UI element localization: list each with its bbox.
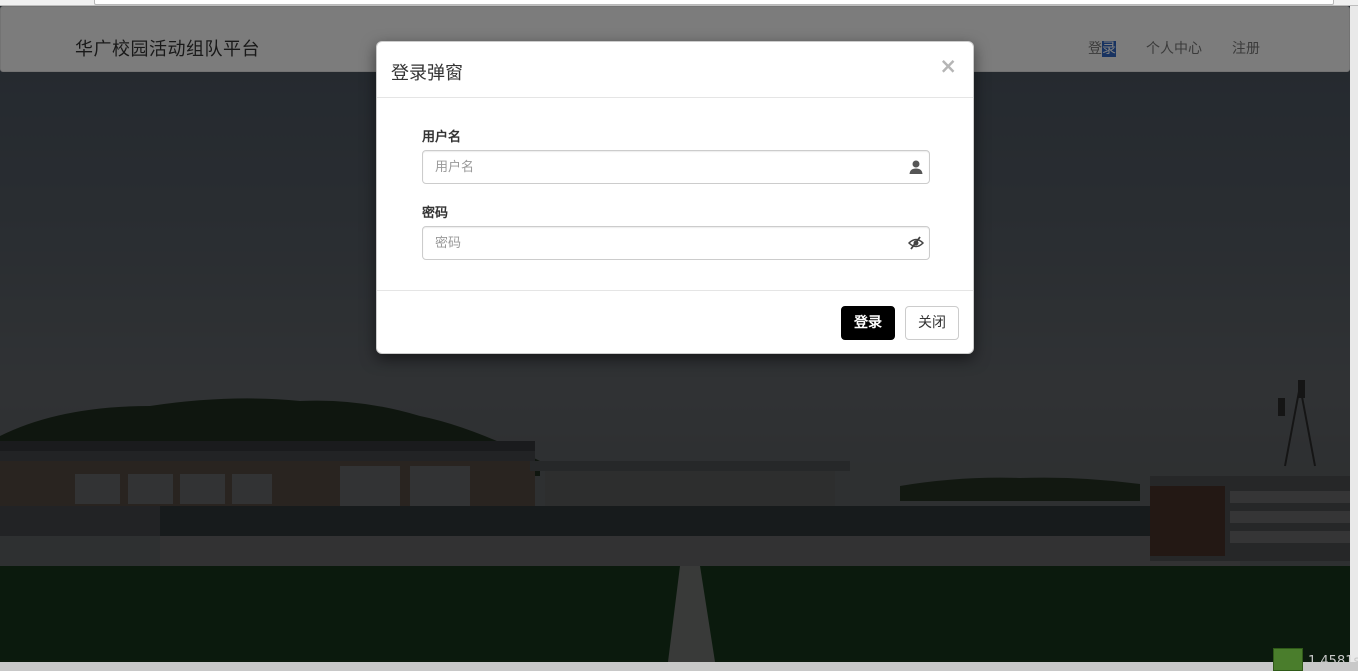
modal-body: 用户名 密码 bbox=[377, 98, 973, 290]
timer-readout: 1.4581s bbox=[1308, 654, 1358, 669]
password-label: 密码 bbox=[422, 206, 449, 221]
password-input[interactable] bbox=[423, 227, 893, 259]
vertical-scrollbar[interactable] bbox=[1350, 6, 1358, 662]
modal-title: 登录弹窗 bbox=[391, 63, 463, 84]
login-modal: 登录弹窗 × 用户名 密码 登录 关闭 bbox=[376, 41, 974, 354]
password-field-wrap bbox=[422, 226, 930, 260]
username-field-wrap bbox=[422, 150, 930, 184]
eye-slash-icon[interactable] bbox=[908, 235, 924, 251]
modal-header: 登录弹窗 × bbox=[377, 42, 973, 98]
modal-footer: 登录 关闭 bbox=[377, 290, 973, 354]
address-bar[interactable] bbox=[94, 0, 1334, 5]
user-icon bbox=[909, 160, 923, 174]
username-label: 用户名 bbox=[422, 130, 462, 145]
corner-widget-icon[interactable] bbox=[1273, 648, 1303, 671]
close-icon[interactable]: × bbox=[939, 56, 957, 77]
bottom-status-strip bbox=[0, 662, 1358, 671]
close-button[interactable]: 关闭 bbox=[905, 306, 959, 340]
login-button[interactable]: 登录 bbox=[841, 306, 895, 340]
username-input[interactable] bbox=[423, 151, 893, 183]
